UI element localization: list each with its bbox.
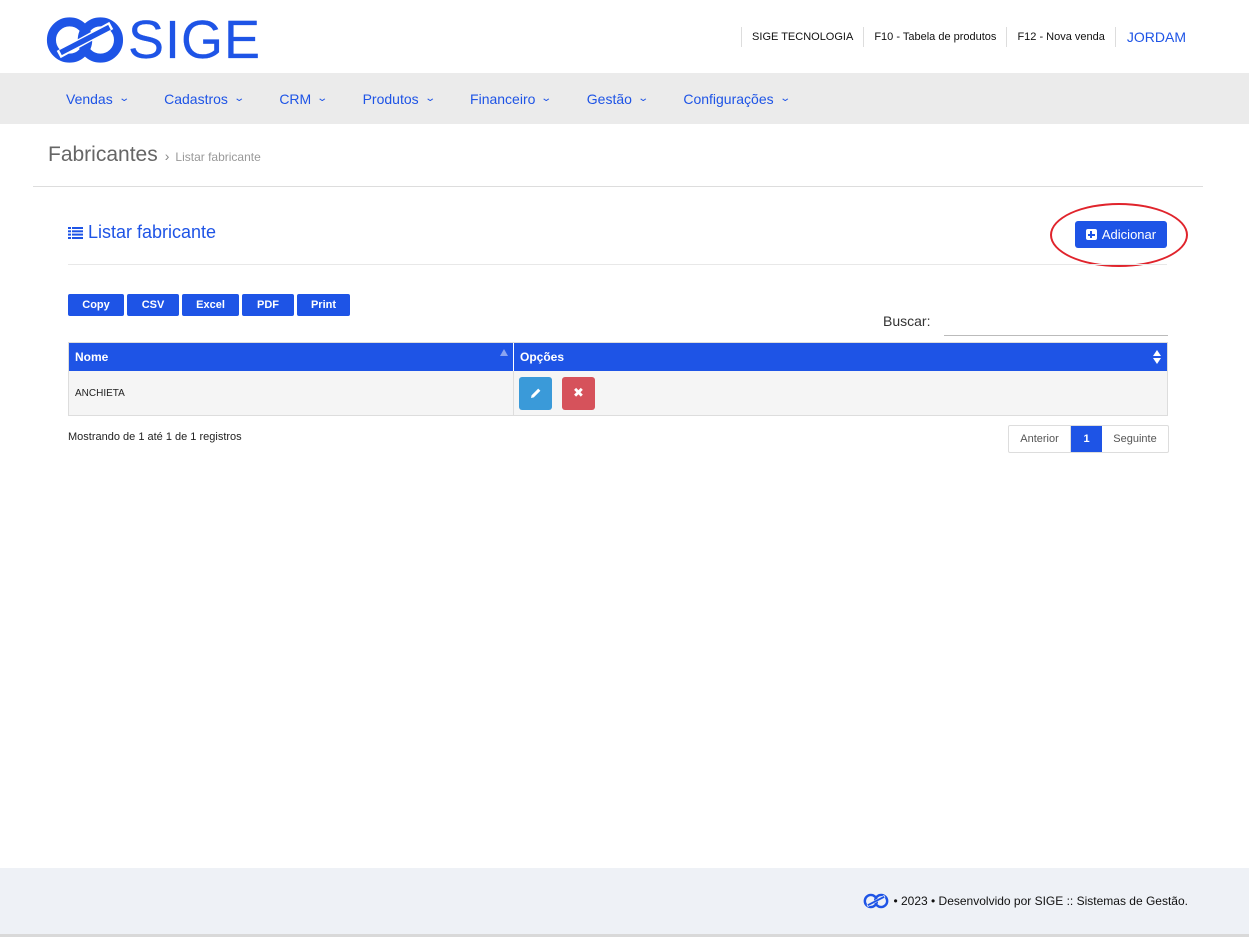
chevron-down-icon: ⌄	[540, 93, 553, 104]
pagination: Anterior 1 Seguinte	[1008, 425, 1169, 453]
top-header: SIGE SIGE TECNOLOGIA F10 - Tabela de pro…	[0, 0, 1249, 73]
manufacturers-table: Nome Opções ANCHIETA ✖	[68, 342, 1168, 416]
header-link-company[interactable]: SIGE TECNOLOGIA	[741, 27, 863, 47]
print-button[interactable]: Print	[297, 294, 350, 316]
breadcrumb-divider	[33, 186, 1203, 187]
chevron-down-icon: ⌄	[118, 93, 130, 104]
table-row: ANCHIETA ✖	[69, 371, 1167, 415]
sort-asc-icon	[500, 349, 508, 356]
footer-credits: • 2023 • Desenvolvido por SIGE :: Sistem…	[863, 893, 1188, 909]
panel-title-text: Listar fabricante	[88, 222, 217, 242]
close-icon: ✖	[573, 385, 584, 400]
sort-icon	[1153, 350, 1162, 364]
header-link-product-table[interactable]: F10 - Tabela de produtos	[863, 27, 1006, 47]
edit-button[interactable]	[519, 376, 552, 410]
pagination-next[interactable]: Seguinte	[1102, 426, 1168, 452]
row-options: ✖	[514, 371, 1167, 415]
header-links: SIGE TECNOLOGIA F10 - Tabela de produtos…	[741, 27, 1201, 47]
table-header: Nome Opções	[69, 343, 1167, 371]
breadcrumb-separator: ›	[164, 148, 170, 164]
column-header-nome[interactable]: Nome	[69, 343, 514, 371]
copy-button[interactable]: Copy	[68, 294, 124, 316]
records-info: Mostrando de 1 até 1 de 1 registros	[68, 431, 242, 443]
add-button-label: Adicionar	[1101, 227, 1157, 242]
column-header-opcoes[interactable]: Opções	[514, 343, 1167, 371]
search-input[interactable]	[944, 308, 1168, 336]
footer: • 2023 • Desenvolvido por SIGE :: Sistem…	[0, 868, 1249, 934]
list-icon	[68, 226, 83, 239]
delete-button[interactable]: ✖	[562, 376, 595, 410]
search-label: Buscar:	[883, 313, 931, 329]
pdf-button[interactable]: PDF	[242, 294, 294, 316]
logo-text: SIGE	[127, 10, 261, 70]
breadcrumb-current: Listar fabricante	[175, 150, 261, 164]
pencil-icon	[530, 388, 540, 398]
row-name: ANCHIETA	[69, 371, 514, 415]
nav-item-financeiro[interactable]: Financeiro ⌄	[452, 73, 569, 124]
sige-logo[interactable]: SIGE	[46, 12, 261, 68]
breadcrumb: Fabricantes › Listar fabricante	[48, 143, 261, 167]
panel-divider	[68, 264, 1167, 265]
pagination-page-1[interactable]: 1	[1071, 426, 1102, 452]
excel-button[interactable]: Excel	[182, 294, 239, 316]
infinity-logo-icon	[864, 893, 889, 909]
chevron-down-icon: ⌄	[423, 93, 436, 104]
chevron-down-icon: ⌄	[637, 93, 650, 104]
header-link-new-sale[interactable]: F12 - Nova venda	[1006, 27, 1114, 47]
chevron-down-icon: ⌄	[778, 93, 791, 104]
nav-item-produtos[interactable]: Produtos ⌄	[345, 73, 452, 124]
chevron-down-icon: ⌄	[316, 93, 329, 104]
user-menu[interactable]: JORDAM	[1114, 27, 1201, 47]
nav-item-vendas[interactable]: Vendas ⌄	[48, 73, 146, 124]
add-button[interactable]: Adicionar	[1075, 221, 1167, 248]
panel-title: Listar fabricante	[68, 222, 216, 243]
export-buttons: Copy CSV Excel PDF Print	[68, 294, 353, 316]
nav-item-cadastros[interactable]: Cadastros ⌄	[146, 73, 261, 124]
nav-item-crm[interactable]: CRM ⌄	[261, 73, 344, 124]
pagination-prev[interactable]: Anterior	[1009, 426, 1071, 452]
page-title[interactable]: Fabricantes	[48, 143, 158, 167]
chevron-down-icon: ⌄	[233, 93, 245, 104]
nav-item-configuracoes[interactable]: Configurações ⌄	[665, 73, 807, 124]
main-nav: Vendas ⌄ Cadastros ⌄ CRM ⌄ Produtos ⌄ Financ…	[0, 73, 1249, 124]
csv-button[interactable]: CSV	[127, 294, 179, 316]
infinity-logo-icon	[46, 17, 124, 63]
footer-text: • 2023 • Desenvolvido por SIGE :: Sistem…	[893, 894, 1188, 908]
plus-square-icon	[1085, 229, 1097, 240]
nav-item-gestao[interactable]: Gestão ⌄	[569, 73, 666, 124]
